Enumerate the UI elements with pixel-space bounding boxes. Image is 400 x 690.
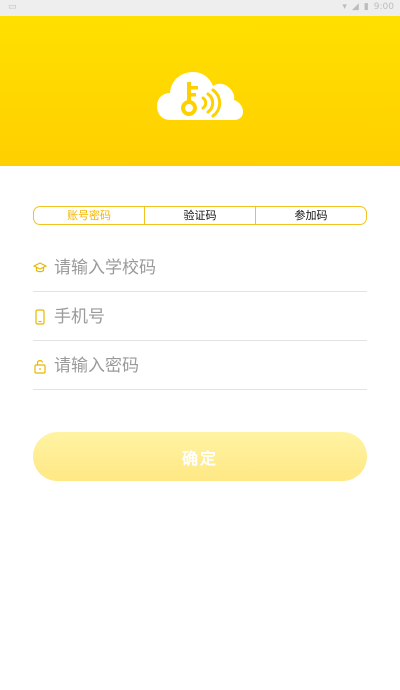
phone-icon (35, 309, 45, 325)
school-code-input[interactable] (54, 253, 354, 283)
battery-icon: ▮ (363, 2, 369, 12)
password-input[interactable] (54, 351, 354, 381)
notification-icon: ▭ (8, 2, 17, 12)
signal-icon: ◢ (351, 2, 359, 12)
cloud-key-wireless-icon (157, 72, 243, 120)
header-banner (0, 16, 400, 166)
graduation-cap-icon (33, 262, 47, 273)
lock-icon (34, 360, 46, 374)
status-bar: ▭ ▾ ◢ ▮ 9:00 (0, 0, 400, 16)
school-code-field (33, 243, 367, 292)
wifi-icon: ▾ (342, 2, 347, 12)
tab-account-password[interactable]: 账号密码 (34, 207, 145, 224)
phone-field (33, 292, 367, 341)
confirm-button[interactable]: 确定 (33, 432, 367, 481)
tab-join-code[interactable]: 参加码 (256, 207, 366, 224)
phone-input[interactable] (54, 302, 354, 332)
tab-verification-code[interactable]: 验证码 (145, 207, 256, 224)
login-mode-tabs: 账号密码 验证码 参加码 (33, 206, 367, 225)
password-field (33, 341, 367, 390)
status-time: 9:00 (373, 2, 394, 12)
